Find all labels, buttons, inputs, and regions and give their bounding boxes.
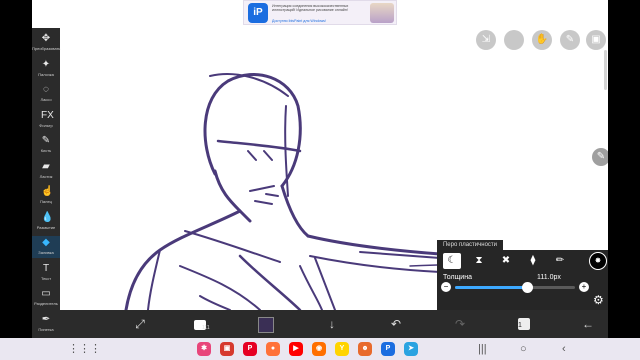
redo-icon[interactable]: ↷ <box>450 314 470 334</box>
bottom-toolbar: ⤢ 111 ↓ ↶ ↷ 1 ← <box>60 310 608 338</box>
layers-count: 1 <box>518 322 522 329</box>
tool-label: Лассо <box>40 97 52 102</box>
brush-size-value: 111 <box>202 325 210 331</box>
layers-button[interactable]: 1 <box>514 314 534 334</box>
tool-icon: ◆ <box>42 237 50 248</box>
circle-tool-icon[interactable] <box>504 30 524 50</box>
tool-icon: ✎ <box>41 135 51 146</box>
tool-1[interactable]: ✥ Преобразовать <box>32 32 60 54</box>
tool-12[interactable]: ✒ Пипетка <box>32 313 60 335</box>
firefox-icon[interactable]: ● <box>266 342 280 356</box>
app-pink-icon[interactable]: ✱ <box>197 342 211 356</box>
tool-icon: ▭ <box>41 288 51 299</box>
app-drawer-icon[interactable]: ⋮⋮⋮ <box>68 342 101 356</box>
tool-6[interactable]: ▰ Ластик <box>32 160 60 182</box>
tool-label: Кисть <box>40 148 52 153</box>
pen-type-button[interactable]: ✖ <box>497 253 515 269</box>
back-arrow-icon[interactable]: ← <box>578 314 598 334</box>
tool-10[interactable]: T Текст <box>32 262 60 284</box>
vertical-scrollbar[interactable] <box>604 50 607 90</box>
right-letterbox <box>608 0 640 360</box>
reference-icon[interactable]: ▣ <box>586 30 606 50</box>
tool-3[interactable]: ◌ Лассо <box>32 83 60 105</box>
tool-icon: ◌ <box>43 84 49 95</box>
top-tools: ⇲ ✋ ✎ ▣ <box>476 30 606 54</box>
pencil-icon[interactable]: ✎ <box>560 30 580 50</box>
tool-8[interactable]: 💧 Размытие <box>32 211 60 233</box>
tool-label: Пипетка <box>38 326 54 332</box>
recents-icon[interactable]: ||| <box>478 342 487 356</box>
ad-logo: iP <box>248 3 268 23</box>
tool-icon: ✥ <box>41 33 51 44</box>
back-icon[interactable]: ‹ <box>562 342 566 356</box>
tool-2[interactable]: ✦ Палочка <box>32 58 60 80</box>
brush-size-button[interactable]: 111 <box>190 314 210 334</box>
hand-icon[interactable]: ✋ <box>532 30 552 50</box>
ad-banner[interactable]: iP Интеграция соединения высококачествен… <box>243 0 397 25</box>
pinterest-icon[interactable]: P <box>243 342 257 356</box>
telegram-icon[interactable]: ➤ <box>404 342 418 356</box>
thickness-slider-fill <box>455 286 527 289</box>
tool-9[interactable]: ◆ Заливка <box>32 236 60 258</box>
ad-text: Интеграция соединения высококачественных… <box>272 4 349 13</box>
tool-icon: ☝ <box>41 186 54 197</box>
tool-label: Заливка <box>38 250 54 255</box>
ibispaint-icon[interactable]: P <box>381 342 395 356</box>
tool-sidebar: ✥ Преобразовать ✦ Палочка ◌ Лассо FX Фильтр ✎ Кис… <box>32 28 60 338</box>
ad-cta[interactable]: Доступно ibisPaint для Windows! <box>272 19 326 23</box>
system-nav-bar: ⋮⋮⋮ ✱ ▣ P ● ▶ ◉ Y ☻ P ➤ ||| ○ ‹ <box>0 338 640 360</box>
tool-label: Размытие <box>36 224 56 230</box>
tool-icon: ▰ <box>42 160 50 172</box>
pen-type-button[interactable]: ⧫ <box>524 253 542 269</box>
thickness-slider[interactable] <box>455 282 575 293</box>
ibispaint-app: iP Интеграция соединения высококачествен… <box>32 0 608 338</box>
tool-icon: ✒ <box>41 313 51 325</box>
tool-5[interactable]: ✎ Кисть <box>32 134 60 156</box>
tool-icon: FX <box>41 109 54 121</box>
thickness-label: Толщина <box>443 274 472 281</box>
app-red-icon[interactable]: ▣ <box>220 342 234 356</box>
current-color-button[interactable] <box>256 314 276 334</box>
left-letterbox <box>0 0 32 360</box>
pen-settings-panel: Перо пластичности ☾ ⧗ ✖ ⧫ ✏ ✸ Толщина 111.0p… <box>437 240 608 310</box>
pen-type-button[interactable]: ⧗ <box>470 253 488 269</box>
thickness-slider-knob[interactable] <box>522 282 533 293</box>
thickness-value: 111.0px <box>537 274 561 281</box>
tool-icon: T <box>42 262 50 274</box>
tool-label: Преобразовать <box>32 46 61 51</box>
app-orange-icon[interactable]: ☻ <box>358 342 372 356</box>
gear-icon[interactable]: ⚙ <box>593 294 604 306</box>
edit-pen-icon[interactable]: ✎ <box>592 148 608 166</box>
tool-label: Палочка <box>38 71 54 77</box>
undo-icon[interactable]: ↶ <box>386 314 406 334</box>
home-icon[interactable]: ○ <box>520 342 527 356</box>
tool-label: Палец <box>40 199 52 204</box>
layer-move-icon[interactable]: ⇲ <box>476 30 496 50</box>
tool-11[interactable]: ▭ Разделитель <box>32 287 60 309</box>
pen-type-button[interactable]: ☾ <box>443 253 461 269</box>
tool-icon: 💧 <box>41 211 54 223</box>
ad-character-image <box>370 3 394 23</box>
tool-7[interactable]: ☝ Палец <box>32 185 60 207</box>
thickness-minus-button[interactable]: − <box>441 282 451 292</box>
tool-icon: ✦ <box>41 58 51 70</box>
pen-type-button[interactable]: ✏ <box>551 253 569 269</box>
tool-label: Текст <box>40 275 52 281</box>
youtube-icon[interactable]: ▶ <box>289 342 303 356</box>
app-circle-icon[interactable]: ◉ <box>312 342 326 356</box>
tool-label: Разделитель <box>34 301 58 306</box>
tool-label: Фильтр <box>39 122 53 128</box>
pen-settings-icon[interactable]: ✸ <box>589 252 607 270</box>
yandex-icon[interactable]: Y <box>335 342 349 356</box>
tool-4[interactable]: FX Фильтр <box>32 109 60 131</box>
transform-icon[interactable]: ⤢ <box>130 314 150 334</box>
tool-label: Ластик <box>39 173 53 179</box>
thickness-plus-button[interactable]: + <box>579 282 589 292</box>
pen-panel-title: Перо пластичности <box>437 240 503 251</box>
download-icon[interactable]: ↓ <box>322 314 342 334</box>
